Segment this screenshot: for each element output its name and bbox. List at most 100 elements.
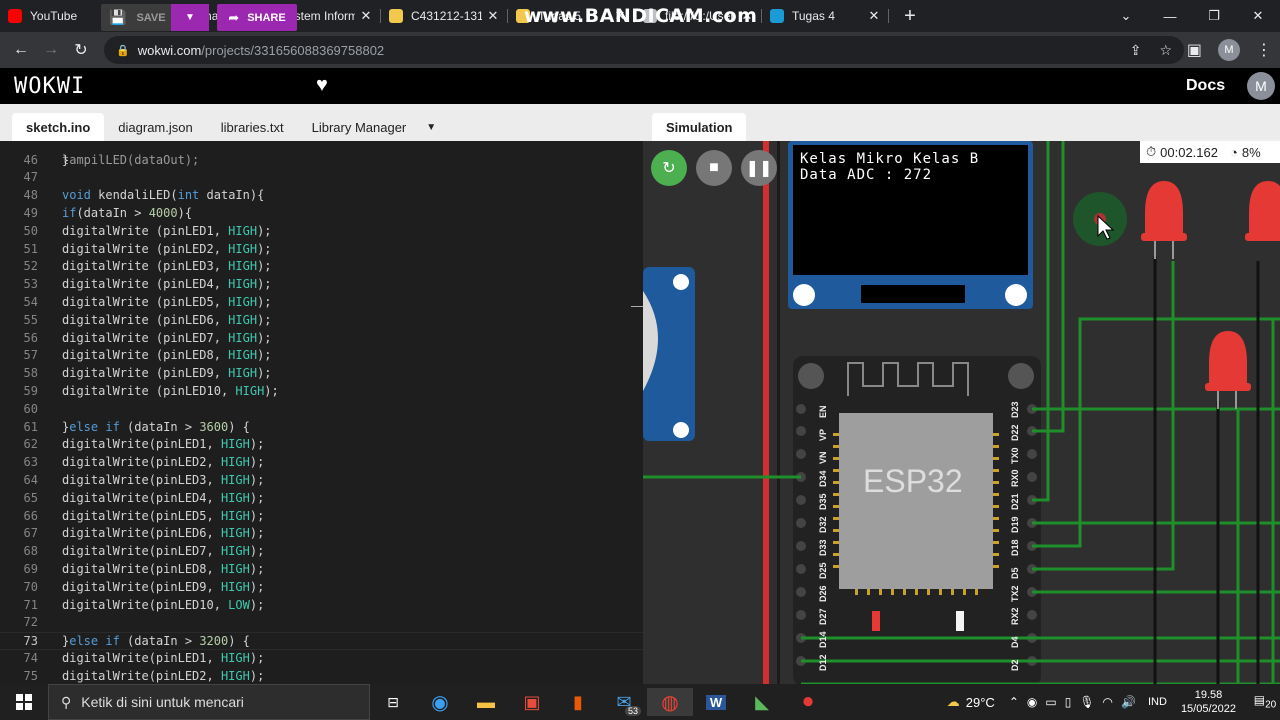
code-text: digitalWrite(pinLED4, HIGH); [62, 490, 265, 505]
language-indicator[interactable]: IND [1148, 696, 1167, 708]
close-tab-icon[interactable]: ✕ [867, 8, 881, 24]
mail-icon[interactable]: ✉ 53 [601, 688, 647, 716]
sidebar-icon[interactable]: ▣ [1187, 40, 1202, 60]
line-number: 68 [23, 544, 38, 559]
forward-icon[interactable]: → [36, 41, 66, 59]
pin-label: D25 [818, 562, 828, 579]
user-avatar[interactable]: M [1247, 72, 1275, 100]
save-button[interactable]: 💾 SAVE [101, 4, 171, 31]
wokwi-logo[interactable]: WOKWI [14, 74, 85, 99]
minimize-button[interactable]: — [1148, 9, 1192, 24]
weather-widget[interactable]: ☁ 29°C [947, 694, 995, 710]
close-tab-icon[interactable]: ✕ [359, 8, 373, 24]
taskbar-search[interactable]: ⚲ Ketik di sini untuk mencari [48, 684, 370, 720]
line-number: 73 [23, 634, 38, 649]
pin-label: RX0 [1010, 469, 1020, 487]
tab-search-icon[interactable]: ⌄ [1104, 8, 1148, 24]
site-icon [389, 9, 403, 23]
reload-icon[interactable]: ↻ [66, 40, 96, 60]
browser-tab-label: YouTube [30, 9, 78, 23]
browser-tab[interactable]: C431212-131 ✕ [381, 0, 508, 32]
code-line: 61}else if (dataIn > 3600) { [0, 419, 643, 437]
simulation-canvas[interactable]: Kelas Mikro Kelas B Data ADC : 272 ESP32… [643, 141, 1280, 684]
battery-icon[interactable]: ▭ [1045, 695, 1056, 709]
wifi-icon[interactable]: ◠ [1103, 695, 1113, 709]
close-tab-icon[interactable]: ✕ [486, 8, 500, 24]
code-line: 59 digitalWrite (pinLED10, HIGH); [0, 383, 643, 401]
browser-tab[interactable]: Tugas 4 ✕ [762, 0, 889, 32]
system-clock[interactable]: 19.58 15/05/2022 [1181, 688, 1236, 716]
windows-start-icon[interactable] [0, 684, 48, 720]
bandicam-record-icon[interactable]: ⏺ [785, 688, 831, 716]
code-text: digitalWrite(pinLED8, HIGH); [62, 561, 265, 576]
line-number: 57 [23, 348, 38, 363]
line-number: 47 [23, 170, 38, 185]
close-window-button[interactable]: ✕ [1236, 8, 1280, 24]
back-icon[interactable]: ← [6, 41, 36, 59]
code-line: 71 digitalWrite(pinLED10, LOW); [0, 597, 643, 615]
heart-icon[interactable]: ♥ [316, 74, 328, 97]
usb-icon[interactable]: ▯ [1065, 695, 1072, 709]
share-page-icon[interactable]: ⇪ [1130, 42, 1142, 59]
word-icon[interactable]: W [693, 688, 739, 716]
microphone-icon[interactable]: 🎙 [1079, 695, 1094, 709]
bookmark-star-icon[interactable]: ☆ [1159, 42, 1172, 59]
pin-label: D5 [1010, 567, 1020, 579]
profile-avatar[interactable]: M [1218, 39, 1240, 61]
line-number: 52 [23, 259, 38, 274]
tab-diagram-json[interactable]: diagram.json [104, 113, 206, 141]
code-line: 72 [0, 614, 643, 632]
tab-simulation[interactable]: Simulation [652, 113, 747, 141]
office-icon[interactable]: ▮ [555, 688, 601, 716]
code-text: digitalWrite(pinLED3, HIGH); [62, 472, 265, 487]
file-explorer-icon[interactable]: ▬ [463, 688, 509, 716]
address-bar[interactable]: 🔒 wokwi.com/projects/331656088369758802 … [104, 36, 1184, 64]
store-icon[interactable]: ▣ [509, 688, 555, 716]
code-line: 75 digitalWrite(pinLED2, HIGH); [0, 668, 643, 684]
code-line: 46} [0, 152, 643, 170]
notification-center-icon[interactable]: ▤20 [1250, 693, 1280, 710]
weather-icon: ☁ [946, 694, 960, 709]
youtube-icon [8, 9, 22, 23]
record-icon[interactable]: ◉ [1027, 695, 1037, 709]
line-number: 63 [23, 455, 38, 470]
led-2 [1245, 181, 1280, 241]
simulation-tabs: Simulation [643, 104, 1280, 141]
line-number: 50 [23, 223, 38, 238]
new-tab-button[interactable]: + [895, 5, 925, 28]
save-dropdown-button[interactable]: ▼ [171, 4, 209, 31]
code-editor[interactable]: tampilLED(dataOut); 46} 47 48 void kendaliL… [0, 141, 643, 684]
esp32-chip [839, 413, 993, 589]
share-button[interactable]: ➦ SHARE [217, 4, 297, 31]
code-line: 58 digitalWrite (pinLED9, HIGH); [0, 365, 643, 383]
line-number: 64 [23, 472, 38, 487]
chevron-up-icon[interactable]: ⌃ [1009, 695, 1019, 709]
lock-icon: 🔒 [116, 44, 130, 57]
oled-line-2: Data ADC : 272 [800, 167, 933, 183]
code-line: 47 [0, 169, 643, 187]
esp32-hole-tr [1008, 363, 1034, 389]
code-text: digitalWrite (pinLED5, HIGH); [62, 294, 272, 309]
edge-icon[interactable]: ◉ [417, 688, 463, 716]
code-line: 67 digitalWrite(pinLED6, HIGH); [0, 525, 643, 543]
restart-simulation-button[interactable]: ↻ [651, 150, 687, 186]
tab-library-manager[interactable]: Library Manager [298, 113, 421, 141]
tabs-menu-caret-icon[interactable]: ▼ [420, 113, 442, 141]
chrome-icon[interactable]: ◍ [647, 688, 693, 716]
code-text: digitalWrite(pinLED1, HIGH); [62, 650, 265, 665]
stop-simulation-button[interactable]: ■ [696, 150, 732, 186]
maximize-button[interactable]: ❐ [1192, 8, 1236, 24]
share-arrow-icon: ➦ [228, 9, 240, 25]
stop-icon: ■ [709, 159, 719, 176]
camtasia-icon[interactable]: ◣ [739, 688, 785, 716]
docs-link[interactable]: Docs [1186, 77, 1225, 95]
search-icon: ⚲ [61, 693, 72, 710]
menu-dots-icon[interactable]: ⋮ [1256, 40, 1272, 60]
panel-splitter[interactable] [631, 306, 643, 307]
volume-icon[interactable]: 🔊 [1121, 695, 1136, 709]
tab-libraries-txt[interactable]: libraries.txt [207, 113, 298, 141]
pause-simulation-button[interactable]: ❚❚ [741, 150, 777, 186]
line-number: 71 [23, 597, 38, 612]
tab-sketch-ino[interactable]: sketch.ino [12, 113, 105, 141]
task-view-icon[interactable]: ⊟ [370, 688, 416, 716]
